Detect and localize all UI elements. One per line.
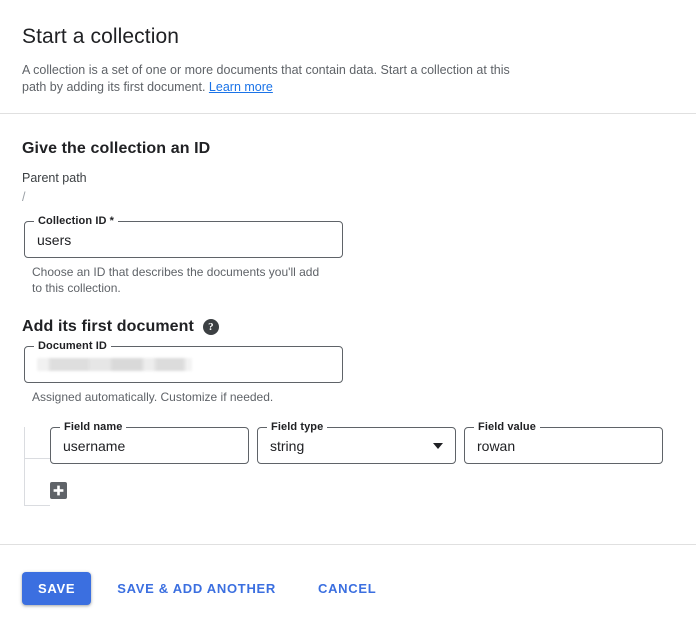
chevron-down-icon[interactable] [433, 442, 443, 449]
collection-id-box[interactable]: Collection ID * [24, 215, 343, 258]
tree-branch-add-field [24, 505, 50, 506]
field-value-input[interactable] [477, 436, 650, 455]
parent-path-label: Parent path [22, 171, 87, 185]
page-title: Start a collection [22, 25, 180, 48]
parent-path-value: / [22, 190, 26, 204]
field-name-input[interactable] [63, 436, 236, 455]
save-and-add-another-button[interactable]: SAVE & ADD ANOTHER [101, 572, 292, 605]
field-value-field[interactable]: Field value [464, 421, 663, 464]
field-type-label: Field type [267, 421, 328, 433]
collection-section-title: Give the collection an ID [22, 140, 211, 157]
learn-more-link[interactable]: Learn more [209, 80, 273, 94]
cancel-button[interactable]: CANCEL [302, 572, 392, 605]
field-type-field[interactable]: Field type string [257, 421, 456, 464]
plus-icon[interactable] [50, 482, 67, 499]
document-id-box[interactable]: Document ID [24, 340, 343, 383]
collection-id-helper-text: Choose an ID that describes the document… [32, 265, 320, 295]
document-id-label: Document ID [34, 340, 111, 352]
field-value-box[interactable]: Field value [464, 421, 663, 464]
tree-branch-field-row [24, 458, 50, 459]
dialog-description: A collection is a set of one or more doc… [22, 62, 532, 96]
document-fields-area: Field name Field type string Field value [22, 421, 674, 535]
field-type-box[interactable]: Field type string [257, 421, 456, 464]
field-value-label: Field value [474, 421, 540, 433]
document-field-row: Field name Field type string Field value [50, 421, 674, 464]
document-id-redacted-value [37, 358, 192, 371]
tree-vertical-line [24, 427, 25, 505]
dialog-header: Start a collection A collection is a set… [0, 0, 696, 113]
collection-id-field[interactable]: Collection ID * [24, 215, 343, 258]
field-type-selected-value: string [270, 437, 305, 454]
document-id-field[interactable]: Document ID [24, 340, 343, 383]
dialog-footer: SAVE SAVE & ADD ANOTHER CANCEL [0, 545, 696, 632]
field-name-label: Field name [60, 421, 127, 433]
collection-id-input[interactable] [37, 230, 330, 249]
document-id-helper-text: Assigned automatically. Customize if nee… [32, 390, 274, 404]
field-name-box[interactable]: Field name [50, 421, 249, 464]
field-name-field[interactable]: Field name [50, 421, 249, 464]
document-section-title: Add its first document ? [22, 318, 674, 336]
dialog-body: Give the collection an ID Parent path / … [0, 114, 696, 544]
help-circle-icon[interactable]: ? [202, 319, 219, 335]
document-section-title-text: Add its first document [22, 318, 194, 335]
save-button[interactable]: SAVE [22, 572, 92, 605]
collection-id-label: Collection ID * [34, 215, 119, 227]
